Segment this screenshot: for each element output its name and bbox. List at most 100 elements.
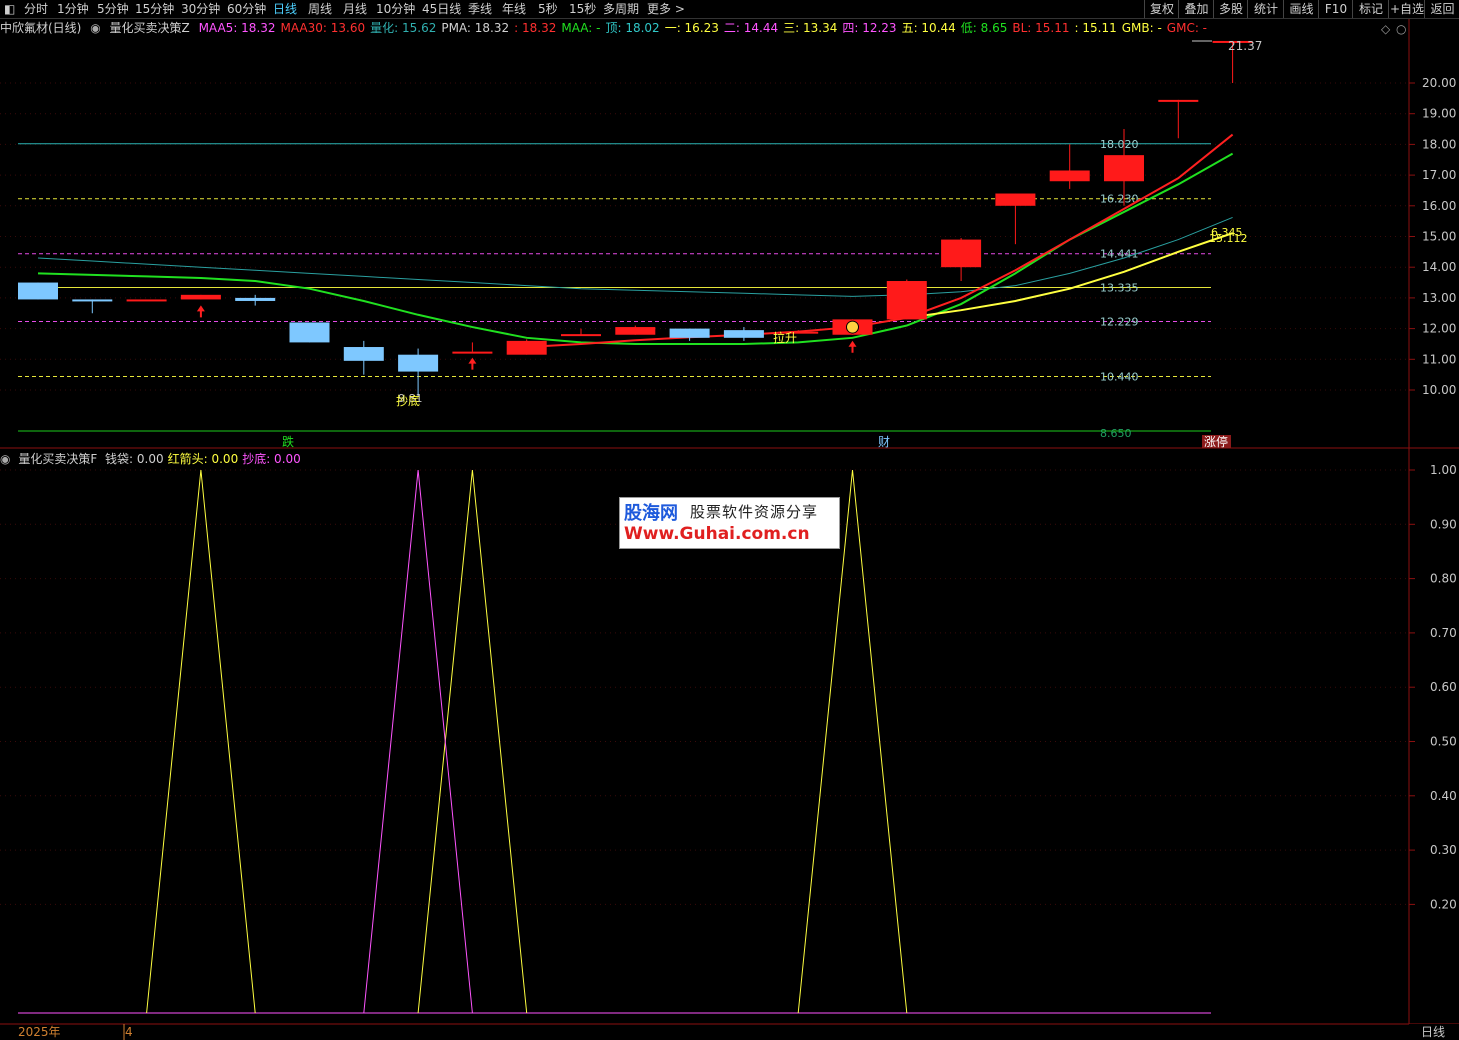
indicator-toggle-icon[interactable]: ◉	[90, 21, 100, 35]
period-tab-8[interactable]: 月线	[343, 1, 367, 17]
candle	[886, 279, 927, 320]
ma-teal-line	[37, 217, 1233, 297]
sub-indicator-name[interactable]: 量化买卖决策F	[18, 452, 97, 466]
ma-yellow-line	[906, 232, 1233, 319]
period-tab-15[interactable]: 多周期	[603, 1, 639, 17]
main-info-item-13: BL: 15.11	[1012, 21, 1070, 35]
candle-body	[1049, 170, 1090, 182]
main-indicator-info: 中欣氟材(日线) ◉ 量化买卖决策Z MAA5: 18.32 MAA30: 13.…	[0, 20, 1400, 36]
period-tab-9[interactable]: 10分钟	[376, 1, 415, 17]
watermark-logo: 股海网 股票软件资源分享 Www.Guhai.com.cn	[619, 497, 840, 549]
main-indicator-name[interactable]: 量化买卖决策Z	[110, 21, 190, 35]
candle	[1158, 99, 1199, 139]
price-axis-label: 18.00	[1422, 137, 1456, 151]
candle-body	[995, 193, 1036, 206]
main-info-item-12: 低: 8.65	[960, 21, 1008, 35]
period-tab-2[interactable]: 5分钟	[97, 1, 129, 17]
signal-spike-0	[417, 469, 528, 1014]
candle	[1049, 144, 1090, 189]
sub-axis-label: 0.80	[1430, 572, 1457, 586]
die-label: 跌	[282, 434, 294, 449]
candle-body	[289, 322, 330, 343]
price-axis-label: 17.00	[1422, 168, 1456, 182]
top-toolbar: 分时 1分钟 5分钟 15分钟 30分钟 60分钟 日线 周线 月线 10分钟 45日线 季线 年线 5秒…	[0, 0, 1459, 19]
main-info-item-9: 三: 13.34	[783, 21, 838, 35]
level-label-2: 14.441	[1100, 248, 1139, 261]
toolbar-button-4[interactable]: 画线	[1283, 0, 1319, 18]
period-tab-4[interactable]: 30分钟	[181, 1, 220, 17]
candle-body	[561, 334, 601, 337]
sub-indicator-toggle-icon[interactable]: ◉	[0, 452, 10, 466]
sub-axis-label: 0.50	[1430, 735, 1457, 749]
toolbar-button-6[interactable]: 标记	[1352, 0, 1389, 18]
candle	[398, 348, 439, 396]
high-price-label: 21.37	[1228, 39, 1262, 53]
price-axis-label: 13.00	[1422, 291, 1456, 305]
money-bag-icon	[846, 320, 859, 334]
period-tab-7[interactable]: 周线	[308, 1, 332, 17]
signal-spike-0	[797, 469, 908, 1014]
period-tab-6[interactable]: 日线	[273, 1, 297, 17]
toolbar-button-1[interactable]: 叠加	[1178, 0, 1214, 18]
period-tab-14[interactable]: 15秒	[569, 1, 596, 17]
toolbar-button-2[interactable]: 多股	[1213, 0, 1248, 18]
candle	[343, 340, 384, 375]
period-tab-5[interactable]: 60分钟	[227, 1, 266, 17]
level-label-6: 8.650	[1100, 427, 1132, 440]
candle	[723, 327, 764, 341]
month-label: 4	[125, 1025, 133, 1039]
toolbar-button-3[interactable]: 统计	[1247, 0, 1284, 18]
candle	[995, 193, 1036, 245]
price-axis-label: 19.00	[1422, 107, 1456, 121]
period-tab-12[interactable]: 年线	[502, 1, 526, 17]
zhangting-badge	[1202, 435, 1231, 448]
main-info-item-3: PMA: 18.32	[441, 21, 510, 35]
toolbar-button-7[interactable]: +自选	[1388, 0, 1425, 18]
sub-axis-label: 0.30	[1430, 843, 1457, 857]
period-tab-0[interactable]: 分时	[24, 1, 48, 17]
candle	[235, 294, 276, 306]
period-tab-10[interactable]: 45日线	[422, 1, 461, 17]
sub-axis-label: 0.60	[1430, 680, 1457, 694]
watermark-line2: 股票软件资源分享	[690, 503, 819, 521]
period-tab-3[interactable]: 15分钟	[135, 1, 174, 17]
red-arrow-icon	[468, 357, 477, 370]
low-price-label: 9.81	[398, 392, 423, 405]
toolbar-button-5[interactable]: F10	[1318, 0, 1353, 18]
period-tab-16[interactable]: 更多 >	[647, 1, 685, 17]
sub-info-item-1: 红箭头: 0.00	[167, 452, 239, 466]
candle-body	[723, 330, 764, 338]
toolbar-button-0[interactable]: 复权	[1144, 0, 1179, 18]
period-tab-11[interactable]: 季线	[468, 1, 492, 17]
price-axis-label: 20.00	[1422, 76, 1456, 90]
sub-axis-label: 1.00	[1430, 463, 1457, 477]
candle	[506, 339, 547, 355]
candle	[615, 325, 656, 335]
candle	[289, 322, 330, 343]
candle-body	[72, 299, 113, 302]
toolbar-button-8[interactable]: 返回	[1424, 0, 1459, 18]
candle-body	[506, 340, 547, 355]
candle-body	[941, 239, 982, 268]
panel-toggle-icon[interactable]: ◧	[4, 1, 15, 17]
main-info-item-2: 量化: 15.62	[370, 21, 437, 35]
main-info-item-10: 四: 12.23	[842, 21, 897, 35]
period-tab-1[interactable]: 1分钟	[57, 1, 89, 17]
signal-spike-0	[146, 469, 256, 1014]
candle	[778, 330, 819, 334]
price-axis-label: 12.00	[1422, 322, 1456, 336]
price-axis-label: 16.00	[1422, 199, 1456, 213]
candle	[452, 342, 493, 354]
candle-body	[235, 297, 276, 301]
period-tab-13[interactable]: 5秒	[538, 1, 558, 17]
cai-label: 财	[878, 435, 890, 449]
candle-body	[886, 281, 927, 320]
year-label: 2025年	[18, 1025, 61, 1039]
candle-body	[832, 319, 873, 335]
sub-info-item-2: 抄底: 0.00	[242, 452, 301, 466]
candle-body	[1212, 40, 1253, 43]
watermark-line1: 股海网	[624, 503, 678, 524]
lasheng-label: 拉升	[773, 330, 797, 345]
main-info-item-1: MAA30: 13.60	[280, 21, 366, 35]
main-info-item-8: 二: 14.44	[723, 21, 779, 35]
